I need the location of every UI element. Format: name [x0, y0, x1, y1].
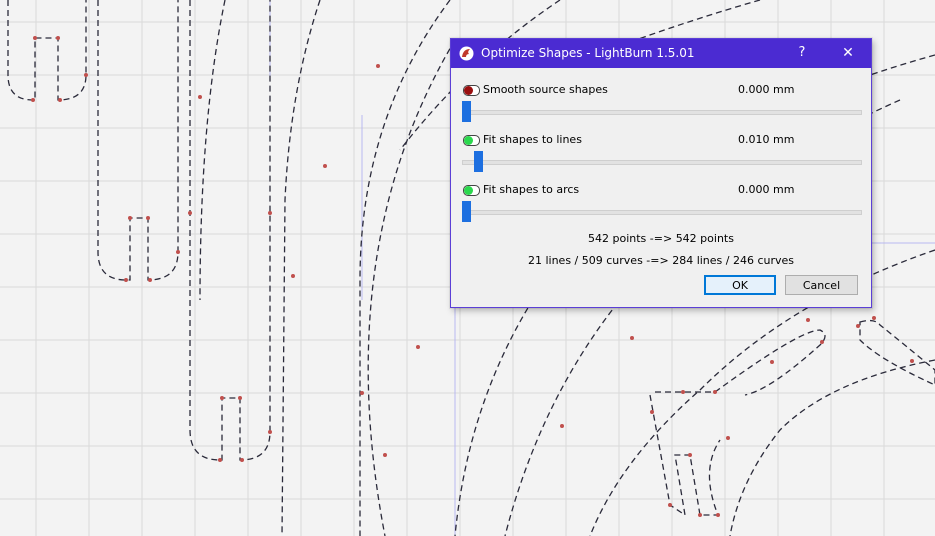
toggle-knob — [464, 86, 473, 95]
fit-arcs-label: Fit shapes to arcs — [483, 183, 580, 196]
dialog-title: Optimize Shapes - LightBurn 1.5.01 — [481, 46, 695, 60]
slider-track — [462, 210, 862, 215]
option-row-arcs: Fit shapes to arcs 0.000 mm — [451, 182, 871, 198]
slider-track — [462, 110, 862, 115]
smooth-value: 0.000 mm — [738, 83, 795, 96]
slider-thumb[interactable] — [462, 101, 471, 122]
dialog-titlebar[interactable]: Optimize Shapes - LightBurn 1.5.01 ? ✕ — [451, 39, 871, 68]
fit-arcs-slider[interactable] — [462, 201, 862, 223]
optimize-shapes-dialog: Optimize Shapes - LightBurn 1.5.01 ? ✕ S… — [450, 38, 872, 308]
help-button[interactable]: ? — [791, 42, 813, 64]
slider-track — [462, 160, 862, 165]
lightburn-logo-icon — [459, 46, 474, 61]
fit-arcs-value: 0.000 mm — [738, 183, 795, 196]
toggle-knob — [464, 186, 473, 195]
cancel-button[interactable]: Cancel — [785, 275, 858, 295]
smooth-label: Smooth source shapes — [483, 83, 608, 96]
smooth-slider[interactable] — [462, 101, 862, 123]
slider-thumb[interactable] — [462, 201, 471, 222]
fit-lines-value: 0.010 mm — [738, 133, 795, 146]
points-summary: 542 points -=> 542 points — [588, 232, 734, 245]
fit-lines-toggle[interactable] — [463, 135, 480, 146]
curves-summary: 21 lines / 509 curves -=> 284 lines / 24… — [527, 254, 795, 267]
fit-lines-slider[interactable] — [462, 151, 862, 173]
slider-thumb[interactable] — [474, 151, 483, 172]
close-button[interactable]: ✕ — [837, 42, 859, 64]
toggle-knob — [464, 136, 473, 145]
fit-arcs-toggle[interactable] — [463, 185, 480, 196]
ok-button[interactable]: OK — [704, 275, 776, 295]
option-row-lines: Fit shapes to lines 0.010 mm — [451, 132, 871, 148]
smooth-toggle[interactable] — [463, 85, 480, 96]
option-row-smooth: Smooth source shapes 0.000 mm — [451, 82, 871, 98]
fit-lines-label: Fit shapes to lines — [483, 133, 582, 146]
